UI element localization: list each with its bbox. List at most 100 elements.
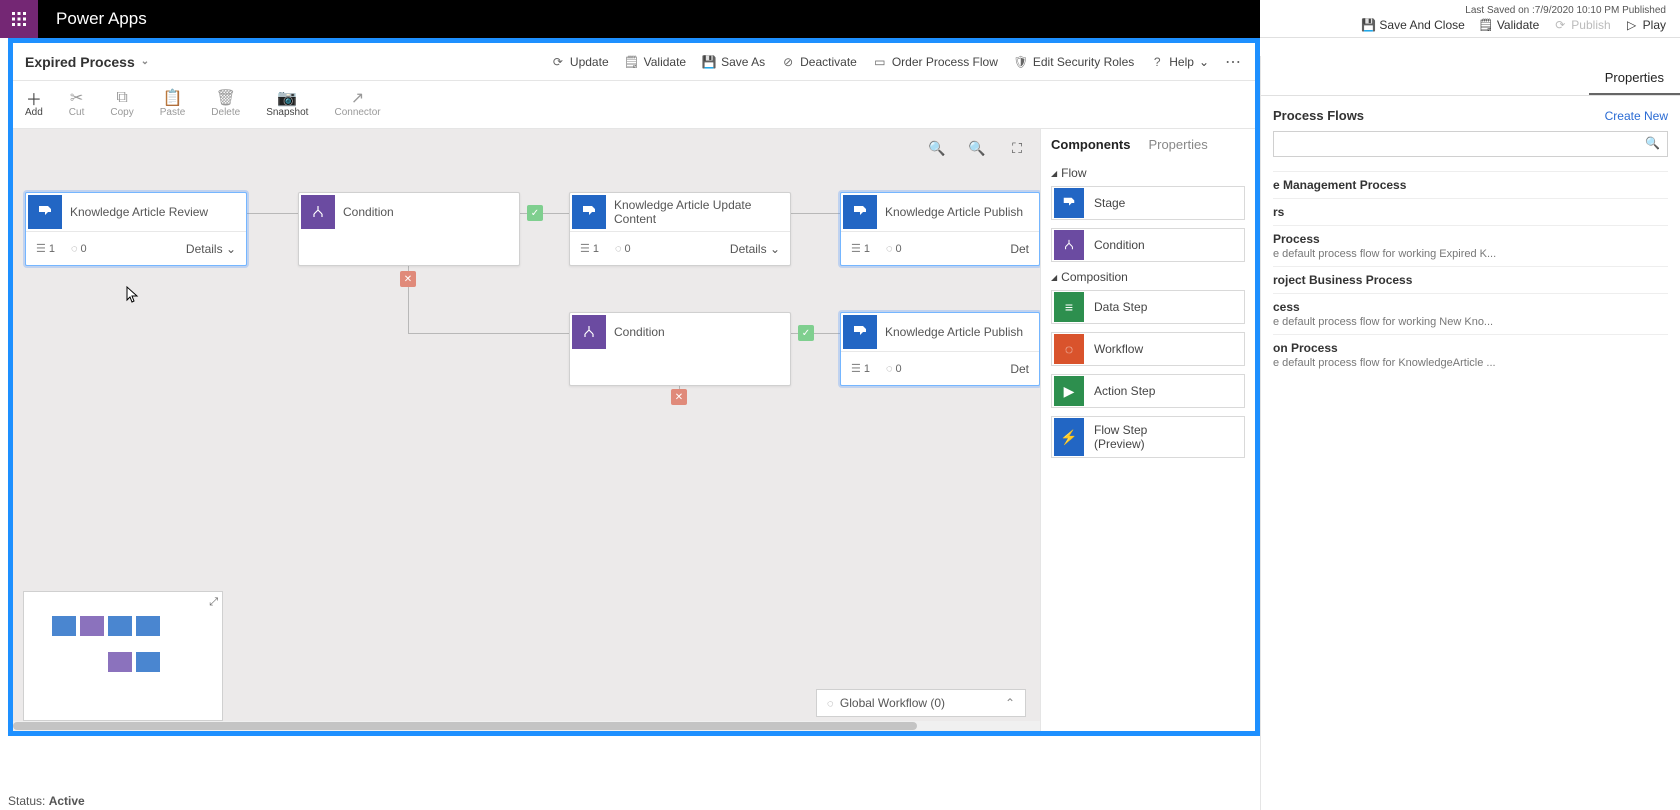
create-new-link[interactable]: Create New	[1605, 109, 1668, 123]
copy-button[interactable]: ⧉Copy	[110, 91, 133, 118]
global-workflow-bar[interactable]: ◌ Global Workflow (0) ⌃	[816, 689, 1026, 717]
connector-button[interactable]: ↗Connector	[334, 91, 380, 118]
process-search-input[interactable]	[1273, 131, 1668, 157]
component-stage[interactable]: Stage	[1051, 186, 1245, 220]
deactivate-button[interactable]: ⊘Deactivate	[781, 55, 857, 69]
stage-title: Knowledge Article Review	[64, 205, 246, 219]
save-as-button[interactable]: 💾Save As	[702, 55, 765, 69]
designer-frame: Expired Process⌄ ⟳Update 🗒Validate 💾Save…	[8, 38, 1260, 736]
connector-line	[791, 213, 846, 214]
delete-button[interactable]: 🗑Delete	[211, 91, 240, 118]
process-flow-desc: e default process flow for working Expir…	[1273, 248, 1668, 260]
delete-icon: 🗑	[219, 91, 233, 105]
minimap-node	[80, 616, 104, 636]
refresh-icon: ⟳	[551, 55, 565, 69]
publish-icon: ⟳	[1553, 18, 1567, 32]
details-toggle[interactable]: Det	[1010, 242, 1029, 256]
component-flow-step[interactable]: ⚡Flow Step(Preview)	[1051, 416, 1245, 458]
stage-publish-2[interactable]: Knowledge Article Publish ☰1 ◌0 Det	[840, 312, 1040, 386]
tab-properties[interactable]: Properties	[1148, 137, 1207, 156]
save-and-close-button[interactable]: 💾Save And Close	[1361, 18, 1464, 32]
components-panel: Components Properties ◢Flow Stage Condit…	[1040, 129, 1255, 731]
section-composition[interactable]: ◢Composition	[1051, 270, 1245, 284]
condition-stage-2[interactable]: Condition	[569, 312, 791, 386]
clock-icon: ◌	[886, 243, 893, 255]
process-flow-item[interactable]: e Management Process	[1273, 171, 1668, 198]
cut-button[interactable]: ✂Cut	[69, 91, 85, 118]
stage-icon	[572, 195, 606, 229]
connector-line	[408, 333, 576, 334]
help-icon: ?	[1150, 55, 1164, 69]
camera-icon: 📷	[280, 91, 294, 105]
snapshot-button[interactable]: 📷Snapshot	[266, 91, 308, 118]
component-condition[interactable]: Condition	[1051, 228, 1245, 262]
process-flow-item[interactable]: on Processe default process flow for Kno…	[1273, 334, 1668, 375]
details-toggle[interactable]: Det	[1010, 362, 1029, 376]
zoom-in-button[interactable]: 🔍	[966, 137, 988, 159]
waffle-menu[interactable]	[0, 0, 38, 38]
right-panel: Properties Process Flows Create New 🔍 e …	[1260, 56, 1680, 810]
stage-knowledge-article-review[interactable]: Knowledge Article Review ☰1 ◌0 Details ⌄	[25, 192, 247, 266]
details-toggle[interactable]: Details ⌄	[730, 242, 780, 256]
minimap-node	[108, 616, 132, 636]
steps-icon: ☰	[580, 243, 590, 255]
steps-icon: ☰	[851, 243, 861, 255]
stage-title: Knowledge Article Publish	[879, 325, 1039, 339]
minimap[interactable]: ⤢	[23, 591, 223, 721]
process-flow-name: Process	[1273, 232, 1668, 246]
expand-icon[interactable]: ⤢	[209, 596, 218, 609]
play-button[interactable]: ▷Play	[1625, 18, 1666, 32]
horizontal-scrollbar[interactable]	[13, 721, 1040, 731]
process-flow-item[interactable]: cesse default process flow for working N…	[1273, 293, 1668, 334]
component-action-step[interactable]: ▶Action Step	[1051, 374, 1245, 408]
stage-title: Knowledge Article Publish	[879, 205, 1039, 219]
publish-button: ⟳Publish	[1553, 18, 1610, 32]
update-button[interactable]: ⟳Update	[551, 55, 609, 69]
process-flow-name: roject Business Process	[1273, 273, 1668, 287]
minimap-node	[108, 652, 132, 672]
stage-title: Knowledge Article Update Content	[608, 198, 790, 227]
stage-title: Condition	[608, 325, 790, 339]
designer-canvas[interactable]: 🔍 🔍 ⛶ ✓ ✕ ✓ ✕ Knowledge Article Review ☰…	[13, 129, 1040, 731]
fit-screen-button[interactable]: ⛶	[1006, 137, 1028, 159]
paste-button[interactable]: 📋Paste	[160, 91, 186, 118]
save-icon: 💾	[1361, 18, 1375, 32]
section-flow[interactable]: ◢Flow	[1051, 166, 1245, 180]
steps-count: ☰1	[580, 242, 599, 255]
component-data-step[interactable]: ≡Data Step	[1051, 290, 1245, 324]
help-button[interactable]: ?Help⌄	[1150, 55, 1209, 69]
condition-icon	[301, 195, 335, 229]
validate-button[interactable]: 🗒Validate	[625, 55, 686, 69]
page-top-right: Last Saved on :7/9/2020 10:10 PM Publish…	[1260, 0, 1680, 38]
validate-button-top[interactable]: 🗒Validate	[1479, 18, 1539, 32]
process-flow-name: e Management Process	[1273, 178, 1668, 192]
false-branch-marker: ✕	[400, 271, 416, 287]
process-flow-item[interactable]: roject Business Process	[1273, 266, 1668, 293]
add-button[interactable]: ＋Add	[25, 91, 43, 118]
tab-components[interactable]: Components	[1051, 137, 1130, 156]
deactivate-icon: ⊘	[781, 55, 795, 69]
process-flow-item[interactable]: rs	[1273, 198, 1668, 225]
details-toggle[interactable]: Details ⌄	[186, 242, 236, 256]
order-flow-button[interactable]: ▭Order Process Flow	[873, 55, 998, 69]
rp-tab-properties[interactable]: Properties	[1589, 62, 1680, 95]
mouse-cursor	[126, 286, 140, 304]
chevron-down-icon: ⌄	[226, 242, 236, 256]
play-icon: ▷	[1625, 18, 1639, 32]
designer-header: Expired Process⌄ ⟳Update 🗒Validate 💾Save…	[13, 43, 1255, 81]
process-name-dropdown[interactable]: Expired Process⌄	[25, 54, 149, 70]
action-step-icon: ▶	[1054, 376, 1084, 406]
more-menu[interactable]: ⋯	[1225, 52, 1243, 72]
stage-publish-1[interactable]: Knowledge Article Publish ☰1 ◌0 Det	[840, 192, 1040, 266]
component-workflow[interactable]: ◌Workflow	[1051, 332, 1245, 366]
zoom-out-button[interactable]: 🔍	[926, 137, 948, 159]
stage-update-content[interactable]: Knowledge Article Update Content ☰1 ◌0 D…	[569, 192, 791, 266]
chevron-up-icon: ⌃	[1005, 696, 1015, 710]
steps-count: ☰1	[851, 362, 870, 375]
process-flow-name: cess	[1273, 300, 1668, 314]
edit-security-button[interactable]: 🛡Edit Security Roles	[1014, 55, 1134, 69]
app-title: Power Apps	[56, 9, 147, 29]
condition-stage-1[interactable]: Condition	[298, 192, 520, 266]
flow-step-icon: ⚡	[1054, 418, 1084, 456]
process-flow-item[interactable]: Process e default process flow for workin…	[1273, 225, 1668, 266]
